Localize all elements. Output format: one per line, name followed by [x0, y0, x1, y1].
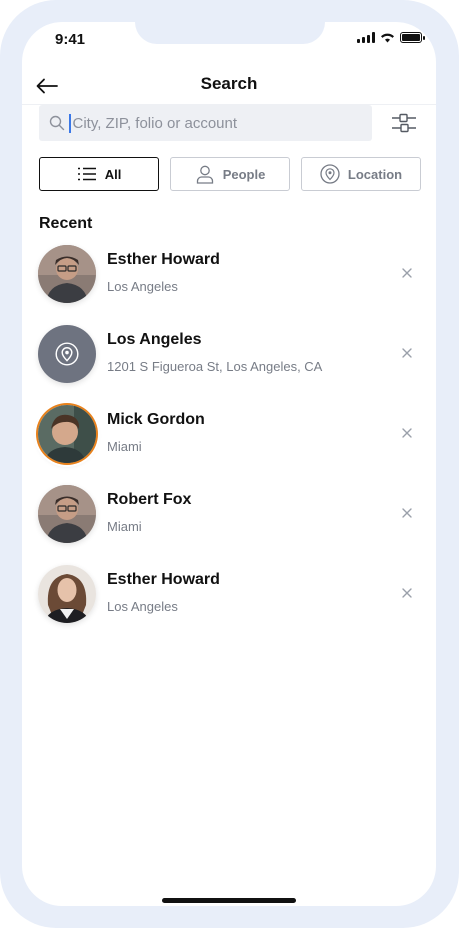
- screen: 9:41 Search All: [22, 22, 436, 906]
- avatar: [38, 325, 96, 383]
- item-subtitle: 1201 S Figueroa St, Los Angeles, CA: [107, 359, 323, 374]
- tab-location[interactable]: Location: [301, 157, 421, 191]
- close-icon: [402, 588, 412, 598]
- close-icon: [402, 428, 412, 438]
- item-subtitle: Los Angeles: [107, 599, 178, 614]
- item-subtitle: Miami: [107, 519, 142, 534]
- list-item[interactable]: Robert Fox Miami: [22, 482, 436, 546]
- search-icon: [49, 115, 65, 131]
- tab-people-label: People: [222, 166, 266, 182]
- filter-tabs: All People Location: [39, 157, 421, 191]
- item-name: Mick Gordon: [107, 411, 205, 428]
- tab-all-label: All: [104, 166, 122, 182]
- avatar: [38, 405, 96, 463]
- home-indicator[interactable]: [162, 898, 296, 903]
- remove-button[interactable]: [398, 424, 416, 442]
- search-field[interactable]: [39, 105, 372, 141]
- sliders-icon: [392, 113, 416, 133]
- battery-icon: [400, 32, 425, 43]
- filter-button[interactable]: [389, 108, 419, 138]
- close-icon: [402, 348, 412, 358]
- avatar: [38, 565, 96, 623]
- list-item[interactable]: Los Angeles 1201 S Figueroa St, Los Ange…: [22, 322, 436, 386]
- status-icons: [357, 32, 425, 43]
- item-subtitle: Miami: [107, 439, 142, 454]
- signal-icon: [357, 32, 375, 43]
- header: Search: [22, 70, 436, 104]
- avatar: [38, 485, 96, 543]
- avatar: [38, 245, 96, 303]
- notch: [135, 22, 325, 44]
- remove-button[interactable]: [398, 584, 416, 602]
- tab-location-label: Location: [347, 166, 403, 182]
- item-name: Esther Howard: [107, 571, 220, 588]
- list-item[interactable]: Esther Howard Los Angeles: [22, 242, 436, 306]
- remove-button[interactable]: [398, 264, 416, 282]
- person-icon: [195, 164, 215, 184]
- page-title: Search: [200, 74, 258, 93]
- item-name: Esther Howard: [107, 251, 220, 268]
- list-item[interactable]: Esther Howard Los Angeles: [22, 562, 436, 626]
- item-name: Robert Fox: [107, 491, 192, 508]
- status-time: 9:41: [55, 31, 86, 48]
- remove-button[interactable]: [398, 344, 416, 362]
- tab-all[interactable]: All: [39, 157, 159, 191]
- text-caret: [69, 113, 71, 133]
- section-heading-recent: Recent: [39, 215, 93, 232]
- close-icon: [402, 508, 412, 518]
- list-item[interactable]: Mick Gordon Miami: [22, 402, 436, 466]
- tab-people[interactable]: People: [170, 157, 290, 191]
- wifi-icon: [381, 33, 394, 43]
- location-pin-icon: [55, 342, 79, 366]
- item-subtitle: Los Angeles: [107, 279, 178, 294]
- item-name: Los Angeles: [107, 331, 202, 348]
- close-icon: [402, 268, 412, 278]
- list-icon: [77, 167, 97, 181]
- remove-button[interactable]: [398, 504, 416, 522]
- search-input[interactable]: [72, 114, 333, 132]
- location-pin-icon: [320, 164, 340, 184]
- device-frame: 9:41 Search All: [0, 0, 459, 928]
